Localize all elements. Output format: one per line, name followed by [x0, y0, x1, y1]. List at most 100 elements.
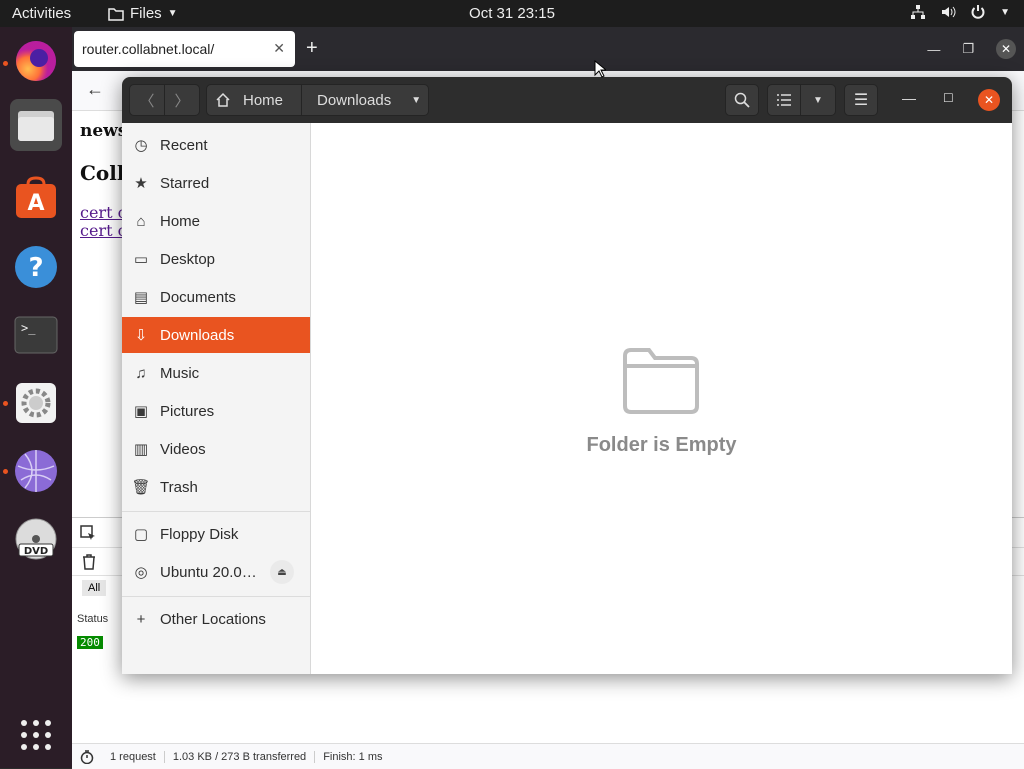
star-icon: ★	[134, 175, 148, 192]
disc-icon: ◎	[134, 564, 148, 581]
running-indicator	[3, 401, 8, 406]
svg-text:DVD: DVD	[24, 546, 48, 557]
sidebar-item-videos[interactable]: ▥ Videos	[122, 431, 310, 467]
settings-icon[interactable]	[10, 377, 62, 429]
chevron-left-icon: 〈	[139, 92, 155, 110]
power-icon	[971, 5, 985, 19]
plus-icon: +	[136, 610, 146, 628]
desktop-icon: ▭	[133, 251, 149, 268]
files-sidebar: ◷ Recent ★ Starred ⌂ Home ▭ Desktop ▤ Documen…	[122, 123, 311, 674]
list-view-button[interactable]	[767, 84, 801, 116]
sidebar-item-label: Other Locations	[160, 610, 266, 628]
apps-grid-icon[interactable]	[10, 709, 62, 761]
tab-bar: router.collabnet.local/ ✕ + — ❐ ✕	[72, 27, 1024, 71]
view-options-button[interactable]: ▼	[800, 84, 836, 116]
files-headerbar: 〈 〉 Home Downloads ▼ ▼ ☰ — ☐ ✕	[122, 77, 1012, 123]
firefox-icon[interactable]	[10, 35, 62, 87]
sidebar-item-pictures[interactable]: ▣ Pictures	[122, 393, 310, 429]
devtools-footer: 1 request 1.03 KB / 273 B transferred Fi…	[72, 743, 1024, 769]
sidebar-item-desktop[interactable]: ▭ Desktop	[122, 241, 310, 277]
inspect-icon[interactable]	[80, 525, 96, 541]
sidebar-item-starred[interactable]: ★ Starred	[122, 165, 310, 201]
download-icon: ⇩	[134, 327, 148, 344]
sidebar-item-label: Trash	[160, 478, 198, 496]
hamburger-icon: ☰	[853, 92, 869, 109]
chevron-right-icon: 〉	[174, 92, 190, 110]
network-icon[interactable]	[10, 445, 62, 497]
cert-link[interactable]: cert c	[80, 221, 127, 240]
sidebar-item-label: Recent	[160, 136, 208, 154]
restore-button[interactable]: ❐	[962, 41, 974, 57]
maximize-button[interactable]: ☐	[943, 91, 954, 105]
sidebar-item-music[interactable]: ♫ Music	[122, 355, 310, 391]
floppy-icon: ▢	[133, 526, 149, 543]
page-title: Coll	[80, 161, 125, 185]
dock: A ? >_ DVD	[0, 27, 72, 768]
dvd-icon[interactable]: DVD	[10, 513, 62, 565]
menu-button[interactable]: ☰	[844, 84, 878, 116]
close-tab-icon[interactable]: ✕	[273, 40, 285, 57]
back-button[interactable]: 〈	[129, 84, 165, 116]
sidebar-divider	[122, 596, 310, 597]
sidebar-item-floppy[interactable]: ▢ Floppy Disk	[122, 516, 310, 552]
network-wired-icon	[911, 5, 926, 19]
timer-icon	[80, 749, 94, 764]
minimize-button[interactable]: —	[902, 90, 916, 106]
sidebar-divider	[122, 511, 310, 512]
terminal-icon[interactable]: >_	[10, 309, 62, 361]
minimize-button[interactable]: —	[927, 42, 940, 57]
cert-link[interactable]: cert c	[80, 203, 127, 222]
sidebar-item-recent[interactable]: ◷ Recent	[122, 127, 310, 163]
top-bar: Activities Files ▼ Oct 31 23:15 ▼	[0, 0, 1024, 27]
close-button[interactable]: ✕	[978, 89, 1000, 111]
home-icon: ⌂	[136, 212, 146, 230]
sidebar-item-label: Floppy Disk	[160, 525, 239, 543]
path-current-label: Downloads	[317, 91, 392, 109]
path-current-button[interactable]: Downloads ▼	[301, 84, 429, 116]
close-button[interactable]: ✕	[996, 39, 1016, 59]
picture-icon: ▣	[133, 403, 149, 420]
status-code: 200	[77, 636, 103, 649]
svg-text:A: A	[27, 191, 44, 216]
trash-icon: 🗑︎	[131, 479, 151, 496]
browser-tab[interactable]: router.collabnet.local/ ✕	[74, 31, 295, 67]
filter-all-button[interactable]: All	[82, 580, 107, 596]
clock[interactable]: Oct 31 23:15	[469, 5, 555, 22]
music-icon: ♫	[135, 364, 147, 382]
sidebar-item-downloads[interactable]: ⇩ Downloads	[122, 317, 310, 353]
back-arrow-icon[interactable]: ←	[86, 79, 104, 100]
sidebar-item-label: Videos	[160, 440, 206, 458]
finish-time: Finish: 1 ms	[323, 750, 383, 763]
chevron-down-icon: ▼	[813, 94, 823, 106]
home-icon	[216, 92, 230, 107]
sidebar-item-home[interactable]: ⌂ Home	[122, 203, 310, 239]
sidebar-item-trash[interactable]: 🗑︎ Trash	[122, 469, 310, 505]
sidebar-item-label: Ubuntu 20.0…	[160, 563, 257, 581]
status-column-header: Status	[77, 613, 109, 625]
trash-icon[interactable]	[82, 554, 96, 570]
chevron-down-icon: ▼	[1000, 6, 1010, 18]
files-icon[interactable]	[10, 99, 62, 151]
forward-button[interactable]: 〉	[164, 84, 200, 116]
path-home-button[interactable]: Home	[206, 84, 302, 116]
list-view-icon	[777, 94, 791, 106]
transfer-size: 1.03 KB / 273 B transferred	[165, 750, 316, 763]
help-icon[interactable]: ?	[10, 241, 62, 293]
sidebar-item-label: Pictures	[160, 402, 215, 420]
files-content[interactable]: Folder is Empty	[311, 123, 1012, 674]
new-tab-button[interactable]: +	[306, 37, 318, 60]
sidebar-item-label: Starred	[160, 174, 210, 192]
empty-folder-icon	[623, 348, 699, 414]
sidebar-item-other-locations[interactable]: + Other Locations	[122, 601, 310, 637]
sidebar-item-label: Home	[160, 212, 201, 230]
request-count: 1 request	[102, 750, 165, 763]
system-menu[interactable]: ▼	[910, 4, 1010, 20]
svg-text:?: ?	[28, 253, 43, 283]
chevron-down-icon: ▼	[411, 94, 422, 106]
eject-button[interactable]: ⏏	[270, 560, 294, 584]
sidebar-item-documents[interactable]: ▤ Documents	[122, 279, 310, 315]
files-window: 〈 〉 Home Downloads ▼ ▼ ☰ — ☐ ✕ ◷ Recent	[122, 77, 1012, 674]
software-icon[interactable]: A	[10, 173, 62, 225]
search-button[interactable]	[725, 84, 759, 116]
svg-text:>_: >_	[21, 321, 36, 335]
